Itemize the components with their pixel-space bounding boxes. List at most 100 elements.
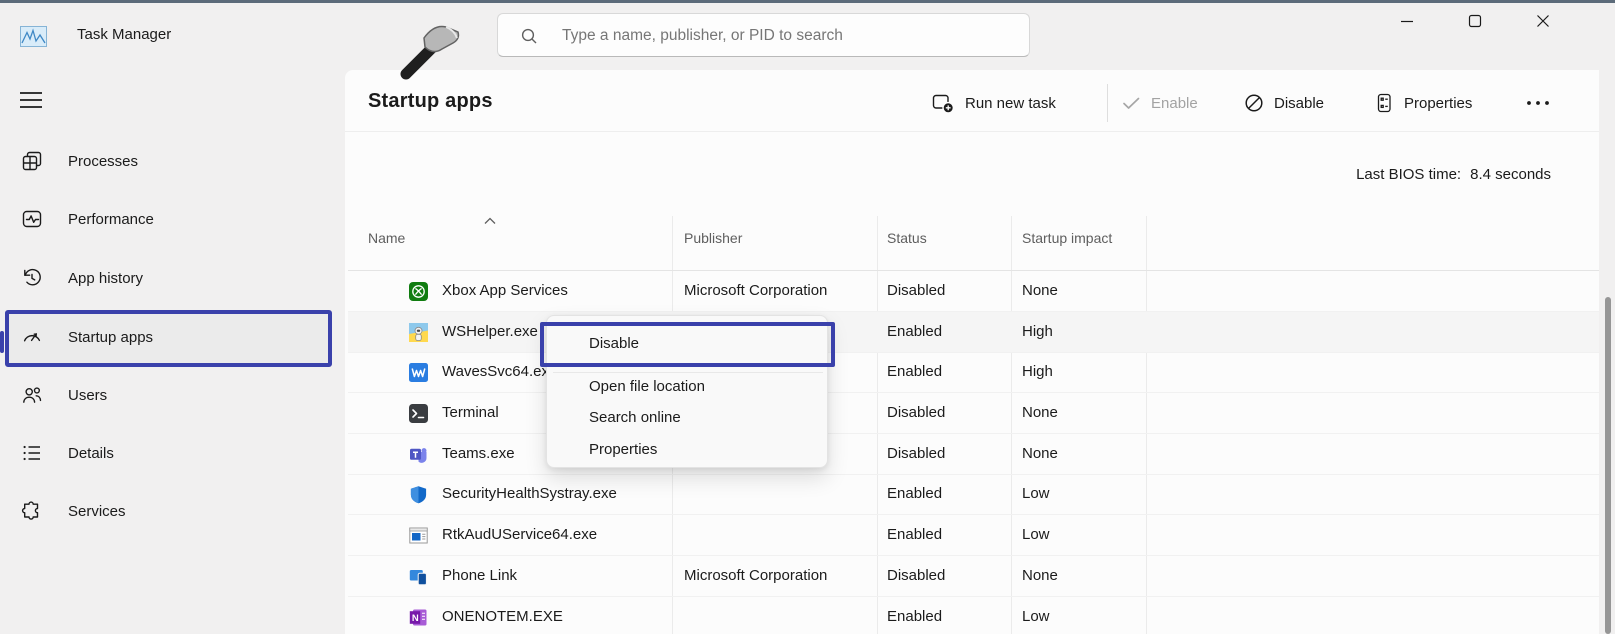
more-options-button[interactable] bbox=[1524, 96, 1556, 110]
context-menu-separator bbox=[553, 372, 823, 373]
disable-label: Disable bbox=[1274, 95, 1324, 112]
window-top-edge bbox=[0, 0, 1615, 3]
sort-ascending-icon bbox=[483, 216, 497, 226]
cell-impact: None bbox=[1022, 271, 1058, 311]
cell-publisher: Microsoft Corporation bbox=[684, 271, 827, 311]
last-bios-time-label: Last BIOS time: bbox=[1356, 166, 1461, 183]
sidebar-item-label: Details bbox=[68, 445, 114, 462]
realtek-audio-icon bbox=[409, 526, 428, 545]
sidebar-item-app-history[interactable]: App history bbox=[0, 249, 340, 307]
cell-status: Disabled bbox=[887, 271, 945, 311]
cell-impact: None bbox=[1022, 393, 1058, 433]
cell-status: Enabled bbox=[887, 597, 942, 634]
app-history-icon bbox=[20, 266, 44, 290]
xbox-icon bbox=[409, 282, 428, 301]
cell-status: Disabled bbox=[887, 434, 945, 474]
security-shield-icon bbox=[409, 485, 428, 504]
vertical-scrollbar-thumb[interactable] bbox=[1605, 297, 1611, 634]
sidebar-item-label: Performance bbox=[68, 211, 154, 228]
cell-status: Enabled bbox=[887, 352, 942, 392]
cell-impact: Low bbox=[1022, 515, 1050, 555]
window-close-button[interactable] bbox=[1520, 4, 1566, 38]
cell-impact: None bbox=[1022, 556, 1058, 596]
cell-impact: None bbox=[1022, 434, 1058, 474]
cell-impact: Low bbox=[1022, 474, 1050, 514]
page-title: Startup apps bbox=[368, 90, 493, 113]
table-row[interactable]: N ONENOTEM.EXE Enabled Low bbox=[348, 597, 1599, 634]
run-new-task-label: Run new task bbox=[965, 95, 1056, 112]
window-minimize-button[interactable] bbox=[1384, 4, 1430, 38]
sidebar-item-label: App history bbox=[68, 270, 143, 287]
sidebar-item-startup-apps[interactable]: Startup apps bbox=[0, 308, 340, 366]
performance-icon bbox=[20, 207, 44, 231]
cell-name: SecurityHealthSystray.exe bbox=[442, 474, 617, 514]
cell-status: Enabled bbox=[887, 515, 942, 555]
context-menu-item-properties[interactable]: Properties bbox=[589, 439, 657, 461]
onenote-icon: N bbox=[409, 608, 428, 627]
toolbar-divider-line bbox=[345, 131, 1599, 132]
cell-status: Disabled bbox=[887, 556, 945, 596]
enable-button[interactable]: Enable bbox=[1122, 88, 1198, 118]
table-row[interactable]: WavesSvc64.exe Enabled High bbox=[348, 352, 1599, 393]
disable-annotation-box bbox=[540, 322, 835, 367]
sidebar-item-processes[interactable]: Processes bbox=[0, 132, 340, 190]
processes-icon bbox=[20, 149, 44, 173]
navigation-menu-button[interactable] bbox=[18, 88, 44, 112]
hammer-cursor-icon bbox=[394, 18, 466, 80]
table-row-selected[interactable]: WSHelper.exe Enabled High bbox=[348, 312, 1599, 353]
sidebar-item-label: Services bbox=[68, 503, 126, 520]
wshelper-icon bbox=[409, 323, 428, 342]
column-header-status[interactable]: Status bbox=[887, 230, 927, 246]
column-header-startup-impact[interactable]: Startup impact bbox=[1022, 230, 1112, 246]
enable-check-icon bbox=[1122, 94, 1141, 112]
sidebar-item-label: Startup apps bbox=[68, 329, 153, 346]
table-row[interactable]: RtkAudUService64.exe Enabled Low bbox=[348, 515, 1599, 556]
column-header-name[interactable]: Name bbox=[368, 230, 405, 246]
cell-name: Teams.exe bbox=[442, 434, 515, 474]
cell-name: ONENOTEM.EXE bbox=[442, 597, 563, 634]
disable-slash-icon bbox=[1244, 93, 1264, 113]
phone-link-icon bbox=[409, 567, 428, 586]
run-new-task-button[interactable]: Run new task bbox=[932, 88, 1056, 118]
table-row[interactable]: Terminal Microsoft Corporation Disabled … bbox=[348, 393, 1599, 434]
table-row[interactable]: Phone Link Microsoft Corporation Disable… bbox=[348, 556, 1599, 597]
context-menu-item-open-file-location[interactable]: Open file location bbox=[589, 376, 705, 398]
sidebar-item-label: Processes bbox=[68, 153, 138, 170]
svg-text:N: N bbox=[412, 613, 419, 624]
window-title: Task Manager bbox=[77, 25, 171, 45]
table-row[interactable]: SecurityHealthSystray.exe Enabled Low bbox=[348, 474, 1599, 515]
cell-name: Xbox App Services bbox=[442, 271, 568, 311]
cell-name: WSHelper.exe bbox=[442, 312, 538, 352]
cell-impact: Low bbox=[1022, 597, 1050, 634]
sidebar-item-performance[interactable]: Performance bbox=[0, 190, 340, 248]
cell-impact: High bbox=[1022, 352, 1053, 392]
disable-button[interactable]: Disable bbox=[1244, 88, 1324, 118]
sidebar-item-users[interactable]: Users bbox=[0, 366, 340, 424]
waves-icon bbox=[409, 363, 428, 382]
properties-button[interactable]: Properties bbox=[1374, 88, 1472, 118]
last-bios-time-value: 8.4 seconds bbox=[1470, 166, 1551, 183]
cell-status: Enabled bbox=[887, 312, 942, 352]
enable-label: Enable bbox=[1151, 95, 1198, 112]
search-box bbox=[497, 13, 1030, 57]
users-icon bbox=[20, 383, 44, 407]
table-row[interactable]: Teams.exe Disabled None bbox=[348, 434, 1599, 475]
cell-name: Terminal bbox=[442, 393, 499, 433]
properties-label: Properties bbox=[1404, 95, 1472, 112]
properties-icon bbox=[1374, 93, 1394, 113]
terminal-icon bbox=[409, 404, 428, 423]
details-icon bbox=[20, 441, 44, 465]
cell-status: Disabled bbox=[887, 393, 945, 433]
search-icon bbox=[520, 27, 538, 45]
cell-impact: High bbox=[1022, 312, 1053, 352]
sidebar-item-label: Users bbox=[68, 387, 107, 404]
cell-name: RtkAudUService64.exe bbox=[442, 515, 597, 555]
context-menu-item-search-online[interactable]: Search online bbox=[589, 407, 681, 429]
sidebar-item-services[interactable]: Services bbox=[0, 482, 340, 540]
sidebar-item-details[interactable]: Details bbox=[0, 424, 340, 482]
search-input[interactable] bbox=[560, 15, 1019, 57]
window-maximize-button[interactable] bbox=[1452, 4, 1498, 38]
table-row[interactable]: Xbox App Services Microsoft Corporation … bbox=[348, 271, 1599, 312]
column-header-publisher[interactable]: Publisher bbox=[684, 230, 742, 246]
cell-status: Enabled bbox=[887, 474, 942, 514]
